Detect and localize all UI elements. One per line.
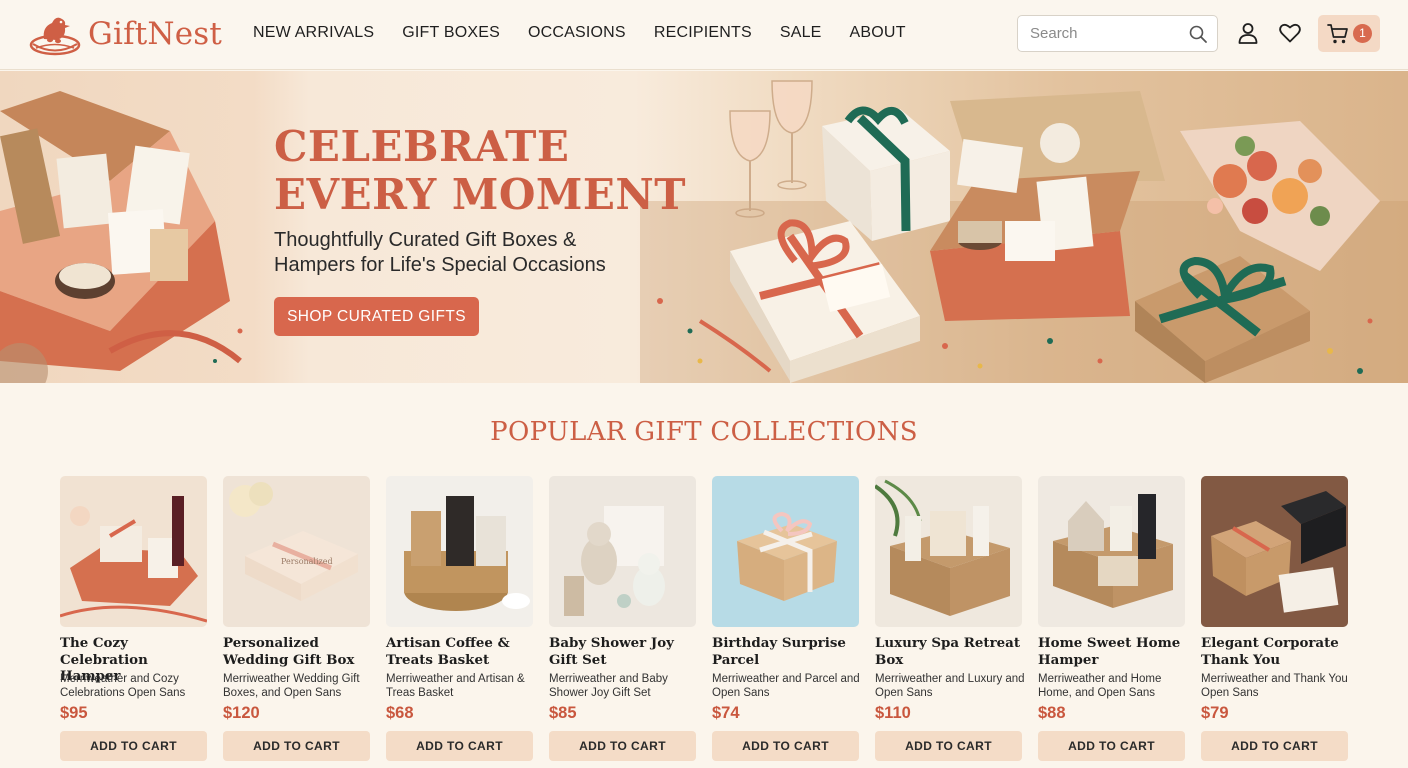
- product-image[interactable]: [549, 476, 696, 627]
- hero-title-line-2: EVERY MOMENT: [274, 170, 687, 219]
- product-card: Home Sweet Home Hamper Merriweather and …: [1038, 476, 1185, 762]
- product-description: Merriweather and Cozy Celebrations Open …: [60, 673, 186, 699]
- account-icon[interactable]: [1236, 21, 1260, 45]
- hamper-left: [0, 91, 242, 383]
- product-image[interactable]: Personalized: [223, 476, 370, 627]
- nav-gift-boxes[interactable]: GIFT BOXES: [402, 24, 500, 42]
- product-name[interactable]: Birthday Surprise Parcel: [712, 635, 862, 668]
- search-input[interactable]: [1030, 25, 1180, 42]
- product-description: Merriweather and Thank You Open Sans: [1201, 673, 1348, 699]
- cart-button[interactable]: 1: [1318, 15, 1380, 52]
- product-name[interactable]: Luxury Spa Retreat Box: [875, 635, 1025, 668]
- product-description: Merriweather and Home Home, and Open San…: [1038, 673, 1162, 699]
- brand-logo[interactable]: GiftNest: [28, 10, 222, 58]
- product-card: Personalized Personalized Wedding Gift B…: [223, 476, 370, 762]
- product-image[interactable]: [60, 476, 207, 627]
- product-description: Merriweather and Baby Shower Joy Gift Se…: [549, 673, 668, 699]
- product-card: Baby Shower Joy Gift Set Merriweather an…: [549, 476, 696, 762]
- add-to-cart-button[interactable]: ADD TO CART: [386, 731, 533, 761]
- product-image[interactable]: [875, 476, 1022, 627]
- wine-glasses: [729, 80, 813, 218]
- product-name[interactable]: Elegant Corporate Thank You: [1201, 635, 1351, 668]
- hero-title: CELEBRATE EVERY MOMENT: [274, 123, 686, 219]
- product-image[interactable]: [386, 476, 533, 627]
- brand-name: GiftNest: [88, 16, 223, 52]
- product-description: Merriweather Wedding Gift Boxes, and Ope…: [223, 673, 360, 699]
- svg-text:Personalized: Personalized: [281, 557, 333, 566]
- add-to-cart-button[interactable]: ADD TO CART: [712, 731, 859, 761]
- hero-gift-illustration: [0, 80, 1408, 383]
- site-header: GiftNest NEW ARRIVALS GIFT BOXES OCCASIO…: [0, 0, 1408, 70]
- nav-occasions[interactable]: OCCASIONS: [528, 24, 626, 42]
- add-to-cart-button[interactable]: ADD TO CART: [549, 731, 696, 761]
- nav-about[interactable]: ABOUT: [850, 24, 906, 42]
- product-card: Birthday Surprise Parcel Merriweather an…: [712, 476, 862, 762]
- hero-title-line-1: CELEBRATE: [274, 122, 570, 171]
- hero-subtitle: Thoughtfully Curated Gift Boxes & Hamper…: [274, 229, 606, 276]
- product-description: Merriweather and Parcel and Open Sans: [712, 673, 860, 699]
- product-price: $95: [60, 704, 88, 722]
- product-card: Elegant Corporate Thank You Merriweather…: [1201, 476, 1348, 762]
- main-nav: NEW ARRIVALS GIFT BOXES OCCASIONS RECIPI…: [253, 24, 906, 42]
- add-to-cart-button[interactable]: ADD TO CART: [875, 731, 1022, 761]
- product-price: $68: [386, 704, 414, 722]
- product-card: Luxury Spa Retreat Box Merriweather and …: [875, 476, 1025, 762]
- nest-bird-icon: [29, 17, 81, 56]
- product-card: The Cozy Celebration Hamper Merriweather…: [60, 476, 207, 762]
- product-grid: The Cozy Celebration Hamper Merriweather…: [60, 476, 1350, 766]
- product-card: Artisan Coffee & Treats Basket Merriweat…: [386, 476, 533, 762]
- cart-count-badge: 1: [1353, 24, 1372, 43]
- product-price: $120: [223, 704, 260, 722]
- nav-recipients[interactable]: RECIPIENTS: [654, 24, 752, 42]
- product-name[interactable]: Artisan Coffee & Treats Basket: [386, 635, 536, 668]
- product-image[interactable]: [1038, 476, 1185, 627]
- search-box: [1017, 15, 1218, 52]
- shop-curated-gifts-button[interactable]: SHOP CURATED GIFTS: [274, 297, 479, 336]
- product-name[interactable]: Personalized Wedding Gift Box: [223, 635, 373, 668]
- product-image[interactable]: [712, 476, 859, 627]
- product-price: $88: [1038, 704, 1066, 722]
- nav-sale[interactable]: SALE: [780, 24, 822, 42]
- product-price: $79: [1201, 704, 1229, 722]
- product-image[interactable]: [1201, 476, 1348, 627]
- add-to-cart-button[interactable]: ADD TO CART: [1201, 731, 1348, 761]
- wishlist-heart-icon[interactable]: [1278, 21, 1302, 45]
- product-price: $110: [875, 704, 911, 722]
- section-title: POPULAR GIFT COLLECTIONS: [490, 417, 918, 447]
- product-description: Merriweather and Artisan & Treas Basket: [386, 673, 525, 699]
- nav-new-arrivals[interactable]: NEW ARRIVALS: [253, 24, 374, 42]
- hero-banner: CELEBRATE EVERY MOMENT Thoughtfully Cura…: [0, 71, 1408, 383]
- add-to-cart-button[interactable]: ADD TO CART: [1038, 731, 1185, 761]
- search-icon[interactable]: [1188, 24, 1208, 44]
- product-description: Merriweather and Luxury and Open Sans: [875, 673, 1025, 699]
- add-to-cart-button[interactable]: ADD TO CART: [223, 731, 370, 761]
- cart-icon: [1327, 24, 1348, 44]
- product-price: $85: [549, 704, 577, 722]
- product-name[interactable]: Baby Shower Joy Gift Set: [549, 635, 699, 668]
- product-name[interactable]: Home Sweet Home Hamper: [1038, 635, 1188, 668]
- add-to-cart-button[interactable]: ADD TO CART: [60, 731, 207, 761]
- product-price: $74: [712, 704, 740, 722]
